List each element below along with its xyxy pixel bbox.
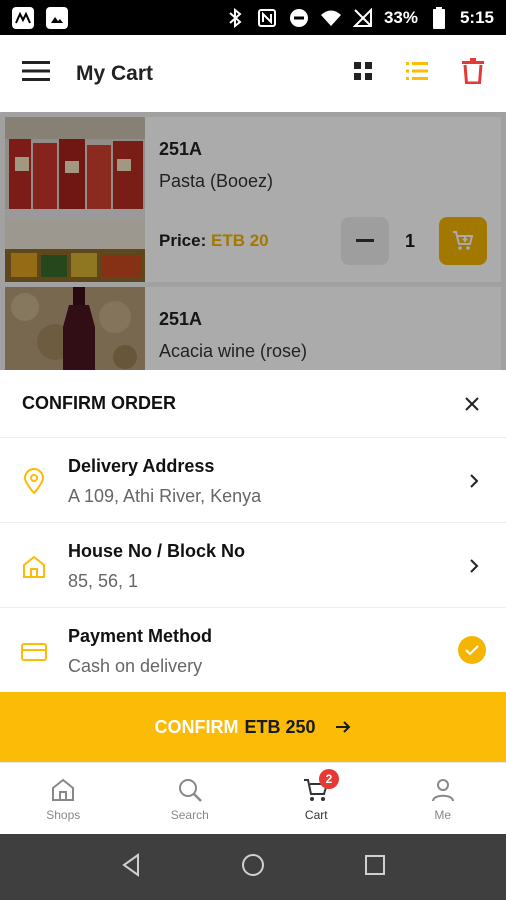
confirm-order-sheet: CONFIRM ORDER Delivery Address A 109, At… xyxy=(0,370,506,762)
sheet-header: CONFIRM ORDER xyxy=(0,370,506,438)
app-notification-icon xyxy=(12,6,34,29)
close-icon[interactable] xyxy=(460,392,484,416)
system-nav-bar xyxy=(0,834,506,900)
battery-icon xyxy=(428,6,450,29)
app-bar: My Cart xyxy=(0,35,506,112)
shop-icon xyxy=(52,778,75,801)
nav-label: Cart xyxy=(304,807,328,822)
back-icon[interactable] xyxy=(118,852,144,883)
nfc-icon xyxy=(256,7,278,29)
credit-card-icon xyxy=(20,638,48,666)
nav-item-me[interactable]: Me xyxy=(380,763,506,834)
confirm-amount: ETB 250 xyxy=(244,716,316,737)
nav-item-cart[interactable]: 2 Cart xyxy=(253,763,380,834)
list-view-icon[interactable] xyxy=(406,62,428,85)
row-value: A 109, Athi River, Kenya xyxy=(68,486,262,506)
nav-label: Me xyxy=(434,807,452,822)
confirm-label: CONFIRM xyxy=(154,716,239,737)
bottom-nav: Shops Search 2 Cart Me xyxy=(0,762,506,834)
check-icon xyxy=(458,636,486,664)
page-title: My Cart xyxy=(76,61,154,85)
menu-icon[interactable] xyxy=(22,60,50,87)
do-not-disturb-icon xyxy=(288,7,310,29)
home-button-icon[interactable] xyxy=(240,852,266,883)
home-icon xyxy=(20,553,48,581)
payment-method-row[interactable]: Payment Method Cash on delivery xyxy=(0,608,506,693)
confirm-order-button[interactable]: CONFIRM ETB 250 xyxy=(0,692,506,762)
location-pin-icon xyxy=(20,468,48,496)
nav-label: Shops xyxy=(46,807,81,822)
row-label: Delivery Address xyxy=(68,456,215,476)
image-notification-icon xyxy=(46,6,68,29)
nav-label: Search xyxy=(170,807,209,822)
bluetooth-icon xyxy=(224,7,246,29)
cart-badge: 2 xyxy=(319,769,339,789)
battery-percent: 33% xyxy=(383,7,418,27)
house-block-row[interactable]: House No / Block No 85, 56, 1 xyxy=(0,523,506,608)
row-value: Cash on delivery xyxy=(68,656,203,676)
row-value: 85, 56, 1 xyxy=(68,571,139,591)
person-icon xyxy=(431,778,454,801)
delivery-address-row[interactable]: Delivery Address A 109, Athi River, Keny… xyxy=(0,438,506,523)
row-label: Payment Method xyxy=(68,626,213,646)
wifi-icon xyxy=(320,7,342,29)
row-label: House No / Block No xyxy=(68,541,246,561)
trash-icon[interactable] xyxy=(462,58,484,89)
grid-view-icon[interactable] xyxy=(354,62,372,85)
chevron-right-icon xyxy=(464,471,484,491)
arrow-right-icon xyxy=(334,718,352,736)
signal-icon xyxy=(352,7,374,29)
nav-item-search[interactable]: Search xyxy=(127,763,254,834)
recents-icon[interactable] xyxy=(362,852,388,883)
sheet-title: CONFIRM ORDER xyxy=(22,393,176,413)
search-icon xyxy=(178,778,202,802)
clock: 5:15 xyxy=(459,7,494,27)
status-bar: 33% 5:15 xyxy=(0,0,506,35)
chevron-right-icon xyxy=(464,556,484,576)
modal-scrim[interactable] xyxy=(0,112,506,370)
nav-item-shops[interactable]: Shops xyxy=(0,763,127,834)
